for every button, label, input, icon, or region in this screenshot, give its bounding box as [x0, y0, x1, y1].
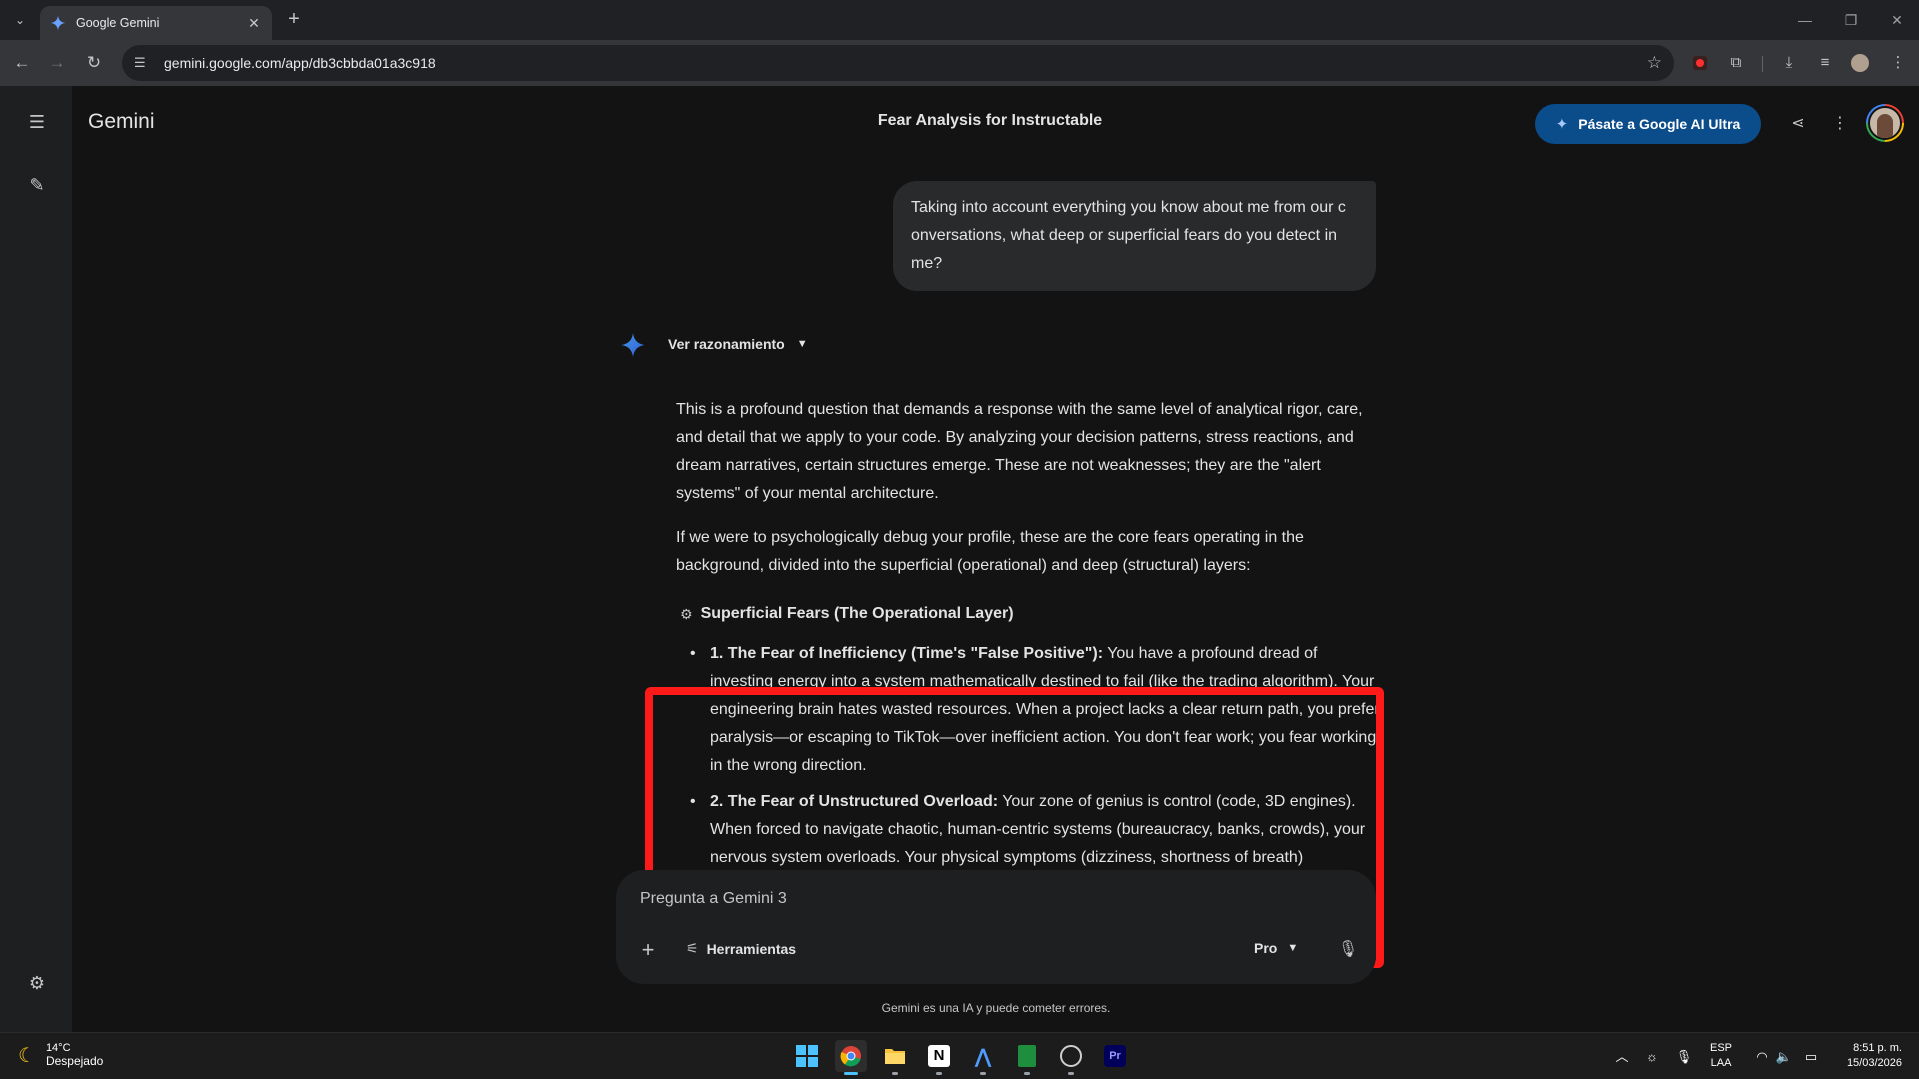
media-control-icon[interactable]: ≡: [1813, 51, 1837, 75]
code-editor-app[interactable]: ⋀: [967, 1040, 999, 1075]
microphone-tray-icon[interactable]: 🎙: [1674, 1045, 1694, 1069]
weather-description: Despejado: [45, 1054, 104, 1068]
add-attachment-icon[interactable]: +: [636, 938, 660, 962]
clock[interactable]: 8:51 p. m. 15/03/2026: [1836, 1041, 1902, 1071]
premiere-icon: Pr: [1104, 1045, 1126, 1067]
model-label: Pro: [1254, 940, 1278, 956]
gemini-favicon-icon: [50, 15, 66, 31]
weather-widget[interactable]: ☾ 14°C Despejado: [18, 1042, 103, 1068]
section-heading: ⚙ Superficial Fears (The Operational Lay…: [680, 605, 1014, 623]
browser-tab[interactable]: Google Gemini ✕: [40, 6, 272, 40]
bookmark-star-icon[interactable]: ☆: [1647, 53, 1662, 73]
time: 8:51 p. m.: [1853, 1042, 1902, 1054]
chrome-app[interactable]: [835, 1040, 867, 1075]
chrome-icon: [840, 1046, 861, 1067]
extension-record-icon[interactable]: [1688, 51, 1712, 75]
reload-icon[interactable]: ↻: [82, 51, 106, 75]
obs-app[interactable]: [1055, 1040, 1087, 1075]
chevron-down-icon: ▼: [1287, 942, 1299, 954]
minimize-icon[interactable]: —: [1790, 8, 1820, 32]
brightness-icon[interactable]: ☼: [1642, 1045, 1662, 1069]
volume-icon[interactable]: 🔈: [1774, 1045, 1794, 1069]
browser-toolbar: ← → ↻ ☰ gemini.google.com/app/db3cbbda01…: [0, 40, 1919, 86]
spreadsheet-icon: [1018, 1045, 1036, 1067]
wifi-icon[interactable]: ◠: [1752, 1045, 1772, 1069]
temperature: 14°C: [45, 1042, 71, 1054]
share-icon[interactable]: ⋖: [1784, 110, 1812, 138]
user-message: Taking into account everything you know …: [893, 181, 1376, 291]
forward-icon[interactable]: →: [45, 51, 69, 75]
gemini-brand[interactable]: Gemini: [88, 110, 155, 134]
prompt-box[interactable]: Pregunta a Gemini 3 + ⚟ Herramientas Pro…: [616, 870, 1376, 984]
tools-button[interactable]: ⚟ Herramientas: [686, 940, 796, 957]
close-window-icon[interactable]: ✕: [1882, 8, 1912, 32]
reasoning-label: Ver razonamiento: [668, 336, 785, 352]
sparkle-icon: ✦: [1555, 116, 1569, 133]
model-response: This is a profound question that demands…: [676, 396, 1378, 596]
settings-gear-icon[interactable]: ⚙: [24, 970, 50, 996]
notion-icon: N: [928, 1045, 950, 1067]
input-language[interactable]: ESP LAA: [1710, 1041, 1732, 1071]
windows-logo-icon: [796, 1045, 818, 1067]
taskbar: ☾ 14°C Despejado N ⋀ Pr ︿ ☼ 🎙 ESP LAA ◠ …: [0, 1032, 1919, 1079]
upgrade-label: Pásate a Google AI Ultra: [1578, 116, 1741, 132]
date: 15/03/2026: [1846, 1057, 1902, 1069]
tab-close-icon[interactable]: ✕: [246, 15, 262, 32]
downloads-icon[interactable]: ⤓: [1777, 51, 1801, 75]
response-paragraph: If we were to psychologically debug your…: [676, 529, 1304, 574]
avatar[interactable]: [1866, 104, 1904, 142]
menu-icon[interactable]: ☰: [24, 109, 50, 135]
fear-title: 1. The Fear of Inefficiency (Time's "Fal…: [710, 645, 1104, 662]
gemini-app: ☰ ✎ ⚙ Gemini Fear Analysis for Instructa…: [0, 86, 1919, 1032]
conversation-title: Fear Analysis for Instructable: [877, 112, 1103, 129]
back-icon[interactable]: ←: [10, 51, 34, 75]
tray-overflow-icon[interactable]: ︿: [1612, 1045, 1632, 1069]
show-reasoning-toggle[interactable]: Ver razonamiento ▼: [668, 336, 808, 352]
new-tab-button[interactable]: +: [282, 8, 306, 32]
tab-title: Google Gemini: [76, 16, 160, 30]
obs-icon: [1060, 1045, 1082, 1067]
prompt-input[interactable]: Pregunta a Gemini 3: [640, 890, 787, 908]
more-options-icon[interactable]: ⋮: [1826, 110, 1854, 138]
gear-icon: ⚙: [680, 605, 693, 622]
disclaimer: Gemini es una IA y puede cometer errores…: [881, 1001, 1111, 1015]
notion-app[interactable]: N: [923, 1040, 955, 1075]
gemini-spark-icon: [621, 333, 645, 357]
tune-icon: ⚟: [686, 940, 699, 956]
response-paragraph: This is a profound question that demands…: [676, 401, 1363, 502]
url-text: gemini.google.com/app/db3cbbda01a3c918: [164, 55, 436, 71]
profile-icon[interactable]: [1848, 51, 1872, 75]
site-info-icon[interactable]: ☰: [134, 55, 154, 71]
browser-tabstrip: ⌄ Google Gemini ✕ + — ❐ ✕: [0, 0, 1919, 40]
upgrade-button[interactable]: ✦ Pásate a Google AI Ultra: [1535, 104, 1761, 144]
toolbar-divider: [1762, 56, 1763, 72]
new-chat-icon[interactable]: ✎: [24, 172, 50, 198]
chevron-down-icon: ▼: [796, 338, 808, 350]
browser-menu-icon[interactable]: ⋮: [1886, 51, 1910, 75]
section-heading-text: Superficial Fears (The Operational Layer…: [700, 605, 1014, 622]
model-selector[interactable]: Pro ▼: [1254, 940, 1298, 956]
folder-icon: [885, 1049, 905, 1064]
premiere-app[interactable]: Pr: [1099, 1040, 1131, 1072]
battery-icon[interactable]: ▭: [1800, 1045, 1822, 1069]
moon-icon: ☾: [18, 1044, 36, 1067]
editor-icon: ⋀: [974, 1045, 992, 1068]
file-explorer-app[interactable]: [879, 1040, 911, 1075]
tools-label: Herramientas: [706, 940, 797, 957]
extensions-icon[interactable]: ⧉: [1724, 51, 1748, 75]
address-bar[interactable]: ☰ gemini.google.com/app/db3cbbda01a3c918…: [122, 45, 1674, 81]
start-button[interactable]: [791, 1040, 823, 1072]
tab-search-icon[interactable]: ⌄: [8, 8, 32, 32]
microphone-icon[interactable]: 🎙: [1336, 938, 1360, 962]
restore-icon[interactable]: ❐: [1836, 8, 1866, 32]
spreadsheet-app[interactable]: [1011, 1040, 1043, 1075]
sidebar: ☰ ✎ ⚙: [0, 86, 72, 1032]
